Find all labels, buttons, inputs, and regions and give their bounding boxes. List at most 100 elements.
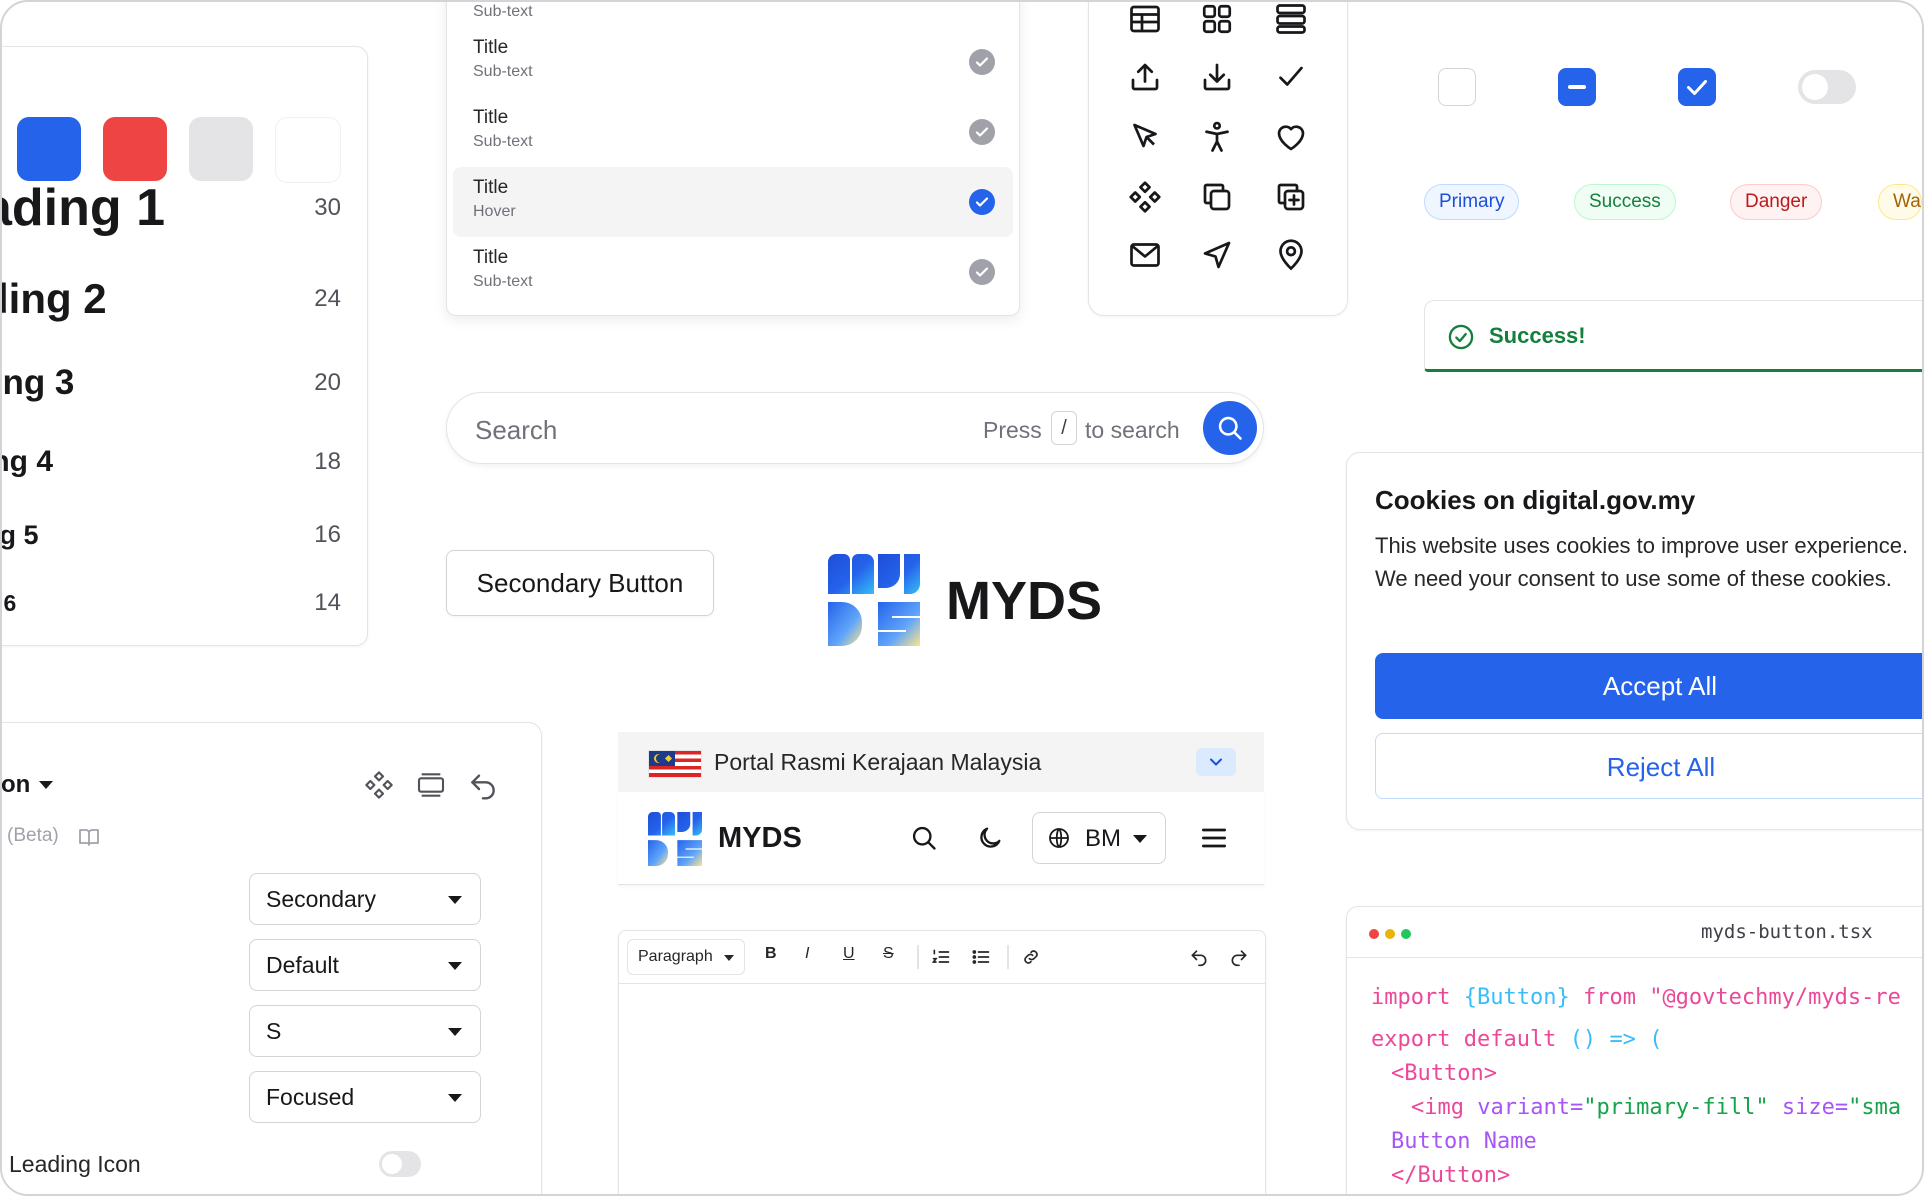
dropdown-option[interactable]: Title Sub-text xyxy=(453,237,1013,307)
book-icon[interactable] xyxy=(77,825,101,849)
paragraph-select[interactable]: Paragraph xyxy=(627,939,745,975)
secondary-button-label: Secondary Button xyxy=(476,568,684,598)
bold-button[interactable]: B xyxy=(765,945,777,963)
check-circle-icon xyxy=(969,49,995,75)
italic-button[interactable]: I xyxy=(805,945,809,963)
navbar: MYDS BM xyxy=(618,792,1264,885)
checkbox-checked[interactable] xyxy=(1678,68,1716,106)
heading-1: ading 1 xyxy=(0,179,166,237)
minimize-dot[interactable] xyxy=(1385,929,1395,939)
navbar-brand[interactable]: MYDS xyxy=(718,822,802,855)
language-select[interactable]: BM xyxy=(1032,812,1166,864)
caret-down-icon xyxy=(1133,835,1147,843)
check-circle-icon xyxy=(1448,324,1474,350)
chevron-down-icon xyxy=(1210,758,1222,766)
masthead: Portal Rasmi Kerajaan Malaysia xyxy=(618,732,1264,792)
caret-down-icon xyxy=(448,1094,462,1102)
cookie-body: This website uses cookies to improve use… xyxy=(1375,533,1909,591)
size-select[interactable]: S xyxy=(249,1005,481,1057)
heading-row-5: ng 5 16 xyxy=(0,515,341,555)
ordered-list-icon[interactable] xyxy=(931,947,951,967)
undo-icon[interactable] xyxy=(467,769,499,801)
secondary-button[interactable]: Secondary Button xyxy=(446,550,714,616)
heading-size: 30 xyxy=(314,194,341,221)
heading-6: g 6 xyxy=(2,589,17,616)
hamburger-menu-icon[interactable] xyxy=(1198,822,1230,854)
cookie-banner: Cookies on digital.gov.my This website u… xyxy=(1346,452,1922,830)
dropdown-option[interactable]: Title Sub-text xyxy=(453,97,1013,167)
type-select[interactable]: Default xyxy=(249,939,481,991)
check-icon xyxy=(1687,80,1707,95)
close-dot[interactable] xyxy=(1369,929,1379,939)
option-title: Title xyxy=(473,107,509,128)
caret-down-icon[interactable] xyxy=(39,781,53,789)
heading-3: ling 3 xyxy=(2,363,75,402)
upload-icon xyxy=(1127,59,1163,95)
state-select[interactable]: Focused xyxy=(249,1071,481,1123)
link-icon[interactable] xyxy=(1021,947,1041,967)
caret-down-icon xyxy=(448,896,462,904)
heading-5: ng 5 xyxy=(0,519,39,550)
moon-icon[interactable] xyxy=(976,824,1004,852)
layers-icon[interactable] xyxy=(415,769,447,801)
send-icon xyxy=(1199,237,1235,273)
heading-size: 20 xyxy=(314,369,341,396)
accept-all-button[interactable]: Accept All xyxy=(1375,653,1922,719)
bullet-list-icon[interactable] xyxy=(971,947,991,967)
undo-icon[interactable] xyxy=(1189,947,1209,967)
heading-size: 14 xyxy=(314,589,341,616)
option-subtext: Hover xyxy=(473,203,516,220)
gray-swatch xyxy=(189,117,253,181)
underline-button[interactable]: U xyxy=(843,945,855,963)
myds-logo xyxy=(828,554,920,646)
editor-content[interactable] xyxy=(619,985,1265,1194)
search-input[interactable]: Search xyxy=(475,415,557,446)
dropdown-option-hover[interactable]: Title Hover xyxy=(453,167,1013,237)
component-icon[interactable] xyxy=(363,769,395,801)
check-icon xyxy=(1273,59,1309,95)
accessibility-icon xyxy=(1199,119,1235,155)
toggle-switch[interactable] xyxy=(1798,70,1856,104)
cursor-icon xyxy=(1127,119,1163,155)
dropdown-menu: Sub-text Title Sub-text Title Sub-text T… xyxy=(446,2,1020,316)
location-icon xyxy=(1273,237,1309,273)
code-line-2: export default () => ( xyxy=(1371,1027,1663,1052)
add-copy-icon xyxy=(1273,179,1309,215)
code-line-6: </Button> xyxy=(1391,1163,1511,1188)
myds-logo-mark[interactable] xyxy=(648,812,702,866)
dropdown-option[interactable]: Title Sub-text xyxy=(453,27,1013,97)
masthead-toggle[interactable] xyxy=(1196,748,1236,776)
globe-icon xyxy=(1049,828,1069,848)
danger-swatch xyxy=(103,117,167,181)
caret-down-icon xyxy=(448,962,462,970)
accept-all-label: Accept All xyxy=(1602,671,1718,701)
option-subtext: Sub-text xyxy=(473,133,533,150)
search-button[interactable] xyxy=(1203,401,1257,455)
heading-size: 16 xyxy=(314,521,341,548)
option-title: Title xyxy=(473,177,509,198)
maximize-dot[interactable] xyxy=(1401,929,1411,939)
option-title: Title xyxy=(473,37,509,58)
download-icon xyxy=(1199,59,1235,95)
config-panel: on (Beta) Secondary Default S Focused Le… xyxy=(2,722,542,1194)
leading-icon-toggle[interactable] xyxy=(379,1151,421,1177)
reject-all-button[interactable]: Reject All xyxy=(1375,733,1922,799)
checkbox-unchecked[interactable] xyxy=(1438,68,1476,106)
heart-icon xyxy=(1273,119,1309,155)
search-bar[interactable]: Search Press / to search xyxy=(446,392,1264,464)
primary-swatch xyxy=(17,117,81,181)
redo-icon[interactable] xyxy=(1229,947,1249,967)
myds-logo-mark xyxy=(828,554,920,646)
code-window: myds-button.tsx import {Button} from "@g… xyxy=(1346,906,1922,1194)
code-line-1: import {Button} from "@govtechmy/myds-re xyxy=(1371,985,1901,1010)
language-value: BM xyxy=(1085,825,1121,852)
copy-icon xyxy=(1199,179,1235,215)
search-icon[interactable] xyxy=(910,824,938,852)
toast-text: Success! xyxy=(1489,323,1586,348)
heading-row-6: g 6 14 xyxy=(2,585,341,621)
variant-select[interactable]: Secondary xyxy=(249,873,481,925)
checkbox-indeterminate[interactable] xyxy=(1558,68,1596,106)
heading-row-3: ling 3 20 xyxy=(2,357,341,409)
strikethrough-button[interactable]: S xyxy=(883,945,894,963)
typography-card: ading 1 30 ding 2 24 ling 3 20 ing 4 18 … xyxy=(0,46,368,646)
